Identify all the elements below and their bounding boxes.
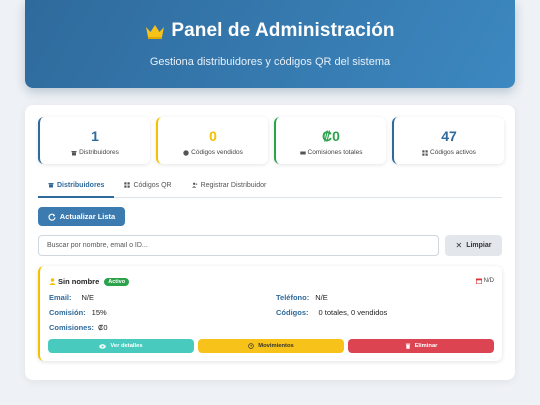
date-value: N/D [483, 278, 494, 284]
qr-icon [124, 182, 131, 188]
codes-key: Códigos: [276, 308, 309, 317]
tab-register-distributor[interactable]: Registrar Distribuidor [182, 177, 277, 198]
email-value: N/E [81, 293, 95, 302]
view-details-button[interactable]: Ver detalles [48, 339, 194, 353]
status-badge: Activo [104, 277, 130, 286]
stat-active-codes: 47 Códigos activos [392, 117, 504, 164]
stat-label-row: Códigos vendidos [158, 149, 268, 156]
stat-label-row: Comisiones totales [276, 149, 386, 156]
email-row: Email: N/E [49, 293, 94, 302]
distributor-date: N/D [475, 278, 494, 284]
delete-label: Eliminar [414, 343, 438, 349]
phone-value: N/E [315, 293, 328, 302]
stat-value: 1 [91, 128, 99, 144]
tab-bar: Distribuidores Códigos QR Registrar Dist… [38, 177, 502, 198]
email-key: Email: [49, 293, 72, 302]
store-icon [71, 150, 77, 155]
user-icon [49, 278, 56, 285]
movements-label: Movimientos [258, 343, 294, 349]
stat-codes-sold: 0 Códigos vendidos [156, 117, 268, 164]
refresh-list-label: Actualizar Lista [59, 212, 116, 221]
main-card: 1 Distribuidores 0 Códigos vendidos ₡0 C… [25, 105, 515, 380]
commissions-key: Comisiones: [49, 323, 95, 332]
page-title-row: Panel de Administración [25, 20, 515, 42]
commissions-row: Comisiones: ₡0 [49, 323, 108, 332]
money-icon [299, 151, 306, 154]
commissions-value: ₡0 [98, 323, 108, 332]
distributor-name: Sin nombre [58, 277, 100, 286]
page-header: Panel de Administración Gestiona distrib… [25, 0, 515, 88]
phone-row: Teléfono: N/E [276, 293, 328, 302]
codes-value: 0 totales, 0 vendidos [318, 308, 388, 317]
tab-distributors[interactable]: Distribuidores [38, 177, 115, 198]
close-icon: ✕ [455, 241, 463, 250]
phone-key: Teléfono: [276, 293, 310, 302]
distributor-actions: Ver detalles Movimientos Eliminar [48, 339, 494, 353]
trash-icon [405, 343, 410, 349]
commission-key: Comisión: [49, 308, 86, 317]
user-plus-icon [191, 182, 197, 188]
stat-commissions: ₡0 Comisiones totales [274, 117, 386, 164]
tab-qr-codes[interactable]: Códigos QR [114, 177, 181, 198]
refresh-list-button[interactable]: Actualizar Lista [38, 207, 125, 226]
stat-value: ₡0 [322, 128, 340, 144]
stat-label: Comisiones totales [307, 149, 363, 156]
stat-value: 47 [441, 128, 457, 144]
sold-icon [183, 149, 189, 156]
tab-label: Distribuidores [57, 182, 105, 189]
stat-label: Códigos activos [430, 149, 476, 156]
clear-label: Limpiar [466, 242, 492, 249]
refresh-icon [48, 213, 56, 221]
stat-label-row: Códigos activos [394, 149, 504, 156]
qr-icon [422, 149, 428, 156]
stats-row: 1 Distribuidores 0 Códigos vendidos ₡0 C… [38, 117, 504, 164]
history-icon [248, 343, 255, 349]
clear-button[interactable]: ✕ Limpiar [445, 235, 502, 256]
tab-label: Registrar Distribuidor [200, 182, 267, 189]
codes-row: Códigos: 0 totales, 0 vendidos [276, 308, 387, 317]
stat-distributors: 1 Distribuidores [38, 117, 150, 164]
eye-icon [99, 343, 107, 349]
crown-icon [146, 25, 165, 39]
movements-button[interactable]: Movimientos [198, 339, 344, 353]
stat-label: Distribuidores [79, 149, 119, 156]
search-input[interactable] [38, 235, 439, 256]
stat-label-row: Distribuidores [40, 149, 150, 156]
distributor-card: Sin nombre Activo N/D Email: N/E Teléfono… [38, 266, 502, 361]
stat-value: 0 [209, 128, 217, 144]
tab-label: Códigos QR [133, 182, 172, 189]
commission-row: Comisión: 15% [49, 308, 107, 317]
commission-value: 15% [91, 308, 107, 317]
calendar-icon [475, 278, 482, 284]
view-details-label: Ver detalles [110, 343, 143, 349]
delete-button[interactable]: Eliminar [348, 339, 494, 353]
stat-label: Códigos vendidos [191, 149, 243, 156]
store-icon [48, 183, 54, 188]
page-subtitle: Gestiona distribuidores y códigos QR del… [149, 56, 391, 68]
distributor-name-row: Sin nombre Activo [49, 277, 130, 286]
page-title: Panel de Administración [171, 20, 395, 41]
